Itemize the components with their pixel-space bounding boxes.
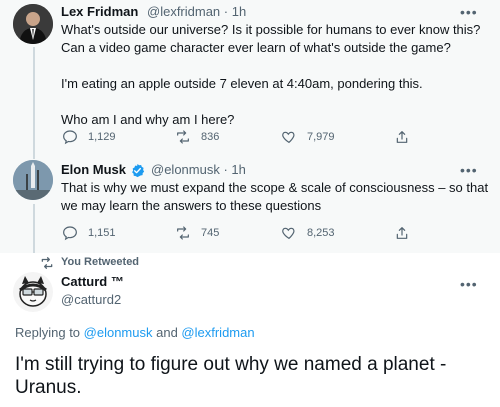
reply-icon xyxy=(63,226,77,241)
retweet-count: 745 xyxy=(201,227,220,239)
tweet-text: What's outside our universe? Is it possi… xyxy=(61,21,491,129)
tweet-text-line: we may learn the answers to these questi… xyxy=(61,198,322,213)
like-count: 7,979 xyxy=(307,131,335,143)
tweet-text: That is why we must expand the scope & s… xyxy=(61,179,496,215)
time-separator: · xyxy=(220,4,232,19)
avatar-catturd[interactable] xyxy=(13,272,53,312)
author-name[interactable]: Elon Musk xyxy=(61,162,126,177)
rocket-launch-icon xyxy=(13,160,53,200)
thread-connector-line xyxy=(33,153,35,159)
more-options-button[interactable]: ••• xyxy=(460,4,478,20)
share-button[interactable] xyxy=(394,129,420,145)
time-separator: · xyxy=(219,162,232,177)
reply-button[interactable]: 1,129 xyxy=(62,129,116,145)
verified-badge-icon xyxy=(132,163,145,178)
author-handle-and-time[interactable]: @lexfridman · 1h xyxy=(147,4,246,19)
replying-to-label: Replying to xyxy=(15,325,84,340)
heart-icon xyxy=(282,227,295,240)
retweet-button[interactable]: 745 xyxy=(175,225,219,241)
author-name[interactable]: Catturd ™ xyxy=(61,274,124,289)
tweet-text-line: That is why we must expand the scope & s… xyxy=(61,180,489,195)
retweet-icon xyxy=(177,226,189,240)
tweet-text-line: I'm eating an apple outside 7 eleven at … xyxy=(61,76,423,91)
retweet-button[interactable]: 836 xyxy=(175,129,219,145)
retweet-count: 836 xyxy=(201,131,220,143)
retweet-icon xyxy=(41,257,53,269)
thread-connector-line xyxy=(33,47,35,155)
share-button[interactable] xyxy=(394,225,420,241)
cat-icon xyxy=(13,272,53,312)
tweet-text-line xyxy=(61,93,491,111)
mention-lexfridman[interactable]: @lexfridman xyxy=(181,325,254,340)
author-name[interactable]: Lex Fridman xyxy=(61,4,138,19)
tweet-time[interactable]: 1h xyxy=(232,4,246,19)
more-options-button[interactable]: ••• xyxy=(460,276,478,292)
retweeted-label[interactable]: You Retweeted xyxy=(61,256,139,268)
share-icon xyxy=(396,227,408,239)
replying-and-label: and xyxy=(152,325,182,340)
mention-elonmusk[interactable]: @elonmusk xyxy=(84,325,153,340)
author-handle[interactable]: @elonmusk xyxy=(151,162,220,177)
reply-count: 1,151 xyxy=(88,227,116,239)
heart-icon xyxy=(282,131,295,144)
replying-to-text: Replying to @elonmusk and @lexfridman xyxy=(15,325,255,340)
tweet-text-line: Who am I and why am I here? xyxy=(61,112,235,127)
like-button[interactable]: 8,253 xyxy=(281,225,335,241)
reply-count: 1,129 xyxy=(88,131,116,143)
tweet-text-line xyxy=(61,57,491,75)
like-button[interactable]: 7,979 xyxy=(281,129,335,145)
share-icon xyxy=(396,131,408,143)
like-count: 8,253 xyxy=(307,227,335,239)
tweet-text-line: What's outside our universe? Is it possi… xyxy=(61,22,481,37)
more-options-button[interactable]: ••• xyxy=(460,162,478,178)
reply-icon xyxy=(63,130,77,145)
author-handle[interactable]: @lexfridman xyxy=(147,4,220,19)
person-silhouette-icon xyxy=(13,4,53,44)
tweet-text-line: Can a video game character ever learn of… xyxy=(61,40,451,55)
avatar-elon-musk[interactable] xyxy=(13,160,53,200)
avatar-lex-fridman[interactable] xyxy=(13,4,53,44)
thread-connector-line xyxy=(33,204,35,253)
author-handle-and-time[interactable]: @elonmusk · 1h xyxy=(151,162,246,177)
author-handle[interactable]: @catturd2 xyxy=(61,292,121,307)
tweet-time[interactable]: 1h xyxy=(231,162,245,177)
tweet-text: I'm still trying to figure out why we na… xyxy=(15,354,447,398)
reply-button[interactable]: 1,151 xyxy=(62,225,116,241)
retweet-icon xyxy=(177,130,189,144)
